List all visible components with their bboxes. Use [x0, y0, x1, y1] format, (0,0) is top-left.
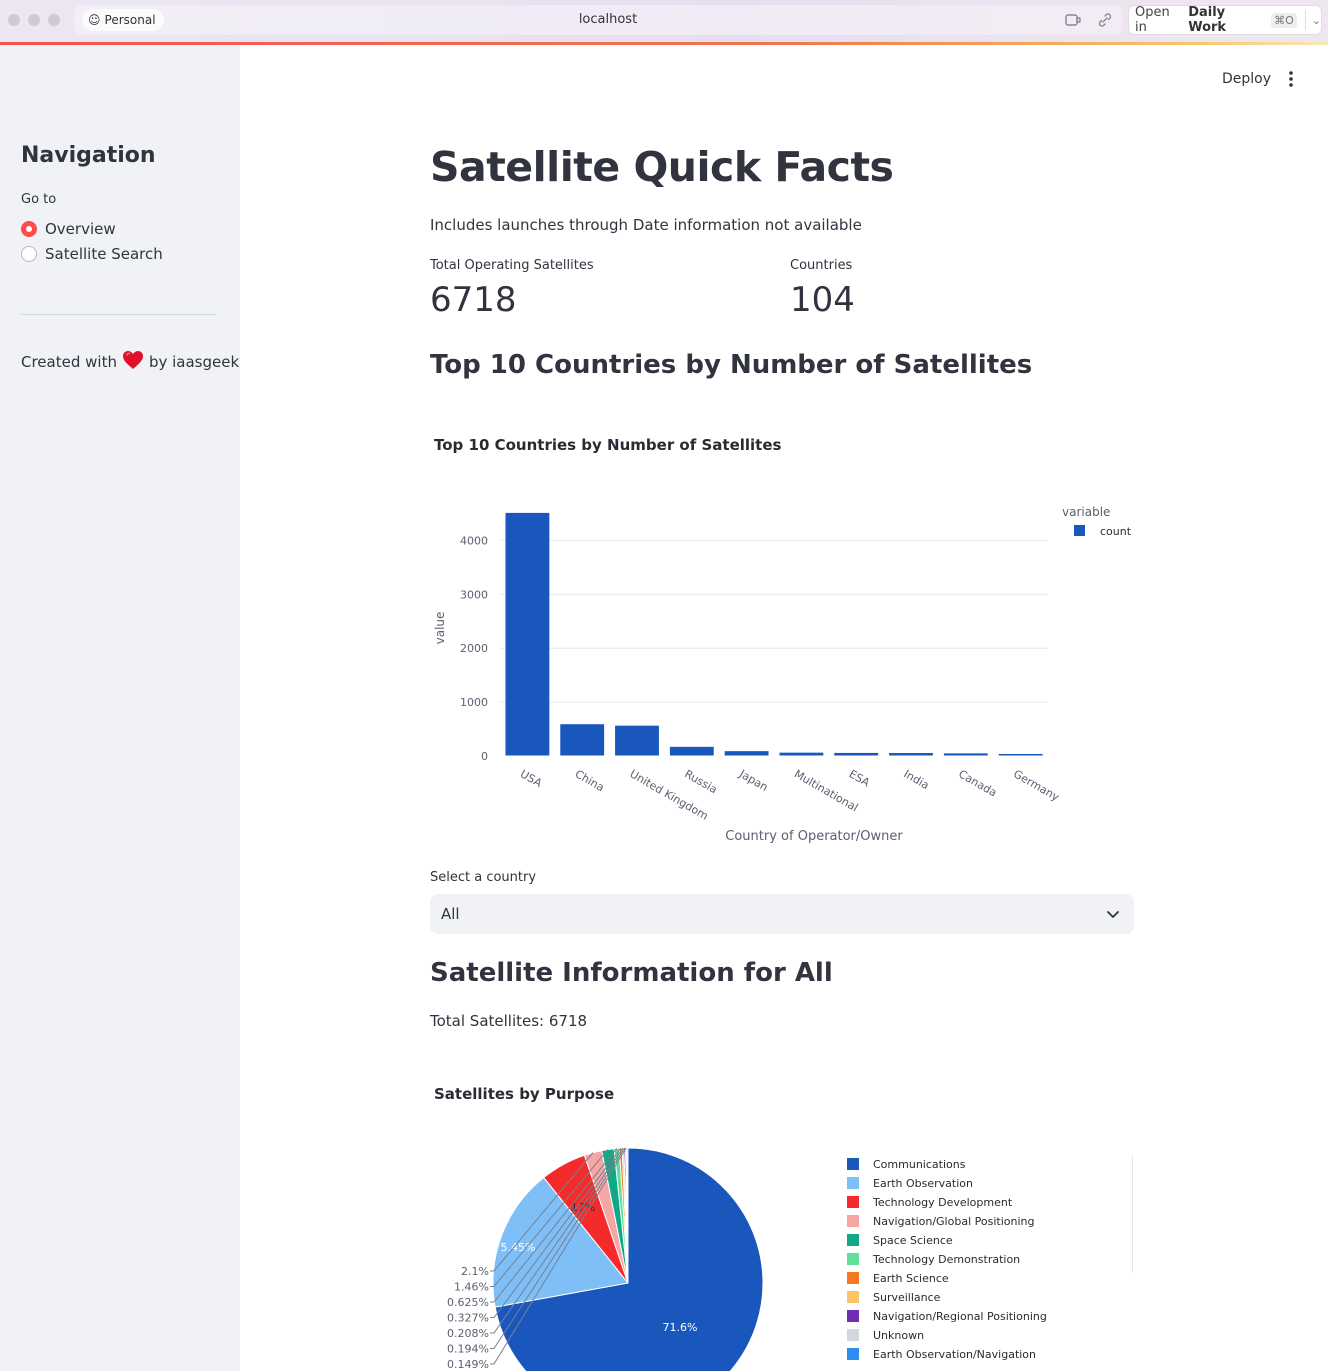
- pie-value-label: 0.149%: [447, 1358, 489, 1371]
- bar-chart[interactable]: 01000200030004000USA China United KingdomR…: [430, 490, 1140, 850]
- legend-title: variable: [1062, 505, 1110, 519]
- bar-china[interactable]: [560, 724, 605, 756]
- page-title: Satellite Quick Facts: [430, 143, 894, 191]
- bar-japan[interactable]: [724, 751, 769, 756]
- metric-value-countries: 104: [790, 280, 855, 320]
- y-tick-label: 2000: [460, 642, 488, 655]
- bar-multinational[interactable]: [779, 752, 824, 756]
- bar-united-kingdom[interactable]: [615, 725, 659, 756]
- bar-chart-title: Top 10 Countries by Number of Satellites: [434, 436, 782, 454]
- legend-swatch-technology-demonstration[interactable]: [847, 1253, 859, 1265]
- url-text[interactable]: localhost: [0, 12, 1216, 27]
- legend-label: Earth Observation/Navigation: [873, 1348, 1036, 1361]
- legend-swatch-communications[interactable]: [847, 1158, 859, 1170]
- legend-swatch-space-science[interactable]: [847, 1234, 859, 1246]
- metric-label-total-satellites: Total Operating Satellites: [430, 258, 594, 273]
- legend-label: Navigation/Regional Positioning: [873, 1310, 1047, 1323]
- legend-swatch-count[interactable]: [1074, 525, 1085, 536]
- x-tick-label: China: [573, 767, 607, 794]
- x-tick-label: Russia: [682, 767, 719, 796]
- legend-label: Earth Observation: [873, 1177, 973, 1190]
- nav-option-label: Satellite Search: [45, 245, 163, 263]
- country-select[interactable]: All: [430, 894, 1134, 934]
- nav-option-label: Overview: [45, 220, 116, 238]
- metric-label-countries: Countries: [790, 258, 853, 273]
- sidebar: Navigation Go to Overview Satellite Sear…: [0, 45, 240, 1371]
- chevron-down-icon[interactable]: ⌄: [1312, 14, 1321, 27]
- open-in-shortcut: ⌘O: [1271, 12, 1297, 28]
- select-country-label: Select a country: [430, 870, 537, 885]
- divider: [1304, 10, 1306, 30]
- legend-label: Technology Demonstration: [872, 1253, 1020, 1266]
- x-tick-label: USA: [518, 767, 545, 790]
- open-in-button[interactable]: Open in Daily Work ⌘O ⌄: [1128, 5, 1322, 35]
- sidebar-title: Navigation: [21, 143, 156, 168]
- y-tick-label: 4000: [460, 534, 488, 547]
- pie-chart[interactable]: 71.6%17%5.45%2.1%1.46%0.625%0.327%0.208%…: [430, 1130, 1140, 1371]
- legend-swatch-earth-science[interactable]: [847, 1272, 859, 1284]
- nav-option-satellite-search[interactable]: Satellite Search: [21, 245, 163, 263]
- metric-value-total-satellites: 6718: [430, 280, 517, 320]
- legend-label: Earth Science: [873, 1272, 949, 1285]
- legend-label: Surveillance: [873, 1291, 941, 1304]
- y-tick-label: 0: [481, 750, 488, 763]
- country-select-value: All: [441, 905, 460, 923]
- legend-swatch-navigation-regional-positioning[interactable]: [847, 1310, 859, 1322]
- pie-value-label: 2.1%: [461, 1265, 489, 1278]
- pie-value-label: 0.194%: [447, 1343, 489, 1356]
- legend-label: Communications: [873, 1158, 966, 1171]
- y-axis-title: value: [433, 612, 447, 645]
- legend-swatch-technology-development[interactable]: [847, 1196, 859, 1208]
- x-tick-label: Germany: [1011, 767, 1062, 804]
- extension-icon[interactable]: [1064, 11, 1082, 29]
- link-icon[interactable]: [1096, 11, 1114, 29]
- heart-icon: [122, 350, 144, 374]
- legend-label: Navigation/Global Positioning: [873, 1215, 1034, 1228]
- open-in-target: Daily Work: [1188, 5, 1227, 35]
- legend-label: Technology Development: [872, 1196, 1013, 1209]
- x-tick-label: ESA: [847, 767, 873, 789]
- sidebar-divider: [21, 314, 217, 315]
- section-heading-top-countries: Top 10 Countries by Number of Satellites: [430, 350, 1033, 380]
- x-axis-title: Country of Operator/Owner: [725, 829, 903, 844]
- bar-usa[interactable]: [505, 512, 550, 756]
- legend-swatch-earth-observation-navigation[interactable]: [847, 1348, 859, 1360]
- deploy-button[interactable]: Deploy: [1212, 69, 1281, 89]
- legend-label: Space Science: [873, 1234, 953, 1247]
- x-tick-label: India: [902, 767, 932, 792]
- x-tick-label: Canada: [956, 767, 999, 799]
- page-caption: Includes launches through Date informati…: [430, 216, 862, 234]
- legend-scrollbar[interactable]: [1132, 1155, 1133, 1273]
- legend-swatch-navigation-global-positioning[interactable]: [847, 1215, 859, 1227]
- pie-value-label: 0.327%: [447, 1312, 489, 1325]
- legend-swatch-earth-observation[interactable]: [847, 1177, 859, 1189]
- legend-label: count: [1100, 525, 1132, 538]
- legend-label: Unknown: [873, 1329, 924, 1342]
- section-heading-satellite-info: Satellite Information for All: [430, 958, 833, 988]
- created-suffix: by iaasgeek: [148, 353, 240, 371]
- chevron-down-icon: [1107, 911, 1119, 918]
- created-prefix: Created with: [21, 353, 117, 371]
- pie-value-label: 0.208%: [447, 1327, 489, 1340]
- total-satellites-text: Total Satellites: 6718: [430, 1012, 588, 1030]
- browser-toolbar: ☺ Personal localhost Open in Daily Work …: [0, 0, 1328, 42]
- pie-value-label: 71.6%: [663, 1321, 698, 1334]
- legend-swatch-unknown[interactable]: [847, 1329, 859, 1341]
- vertical-dots-icon[interactable]: [1281, 68, 1301, 90]
- pie-value-label: 1.46%: [454, 1281, 489, 1294]
- y-tick-label: 1000: [460, 696, 488, 709]
- radio-unselected-icon[interactable]: [21, 246, 37, 262]
- pie-value-label: 0.625%: [447, 1296, 489, 1309]
- legend-swatch-surveillance[interactable]: [847, 1291, 859, 1303]
- radio-group-label: Go to: [21, 192, 57, 207]
- y-tick-label: 3000: [460, 588, 488, 601]
- radio-selected-icon[interactable]: [21, 221, 37, 237]
- bar-russia[interactable]: [669, 746, 714, 756]
- pie-chart-title: Satellites by Purpose: [434, 1085, 615, 1103]
- x-tick-label: Japan: [736, 767, 770, 794]
- nav-option-overview[interactable]: Overview: [21, 220, 116, 238]
- created-with-text: Created with by iaasgeek: [21, 350, 239, 374]
- open-in-prefix: Open in: [1135, 5, 1170, 35]
